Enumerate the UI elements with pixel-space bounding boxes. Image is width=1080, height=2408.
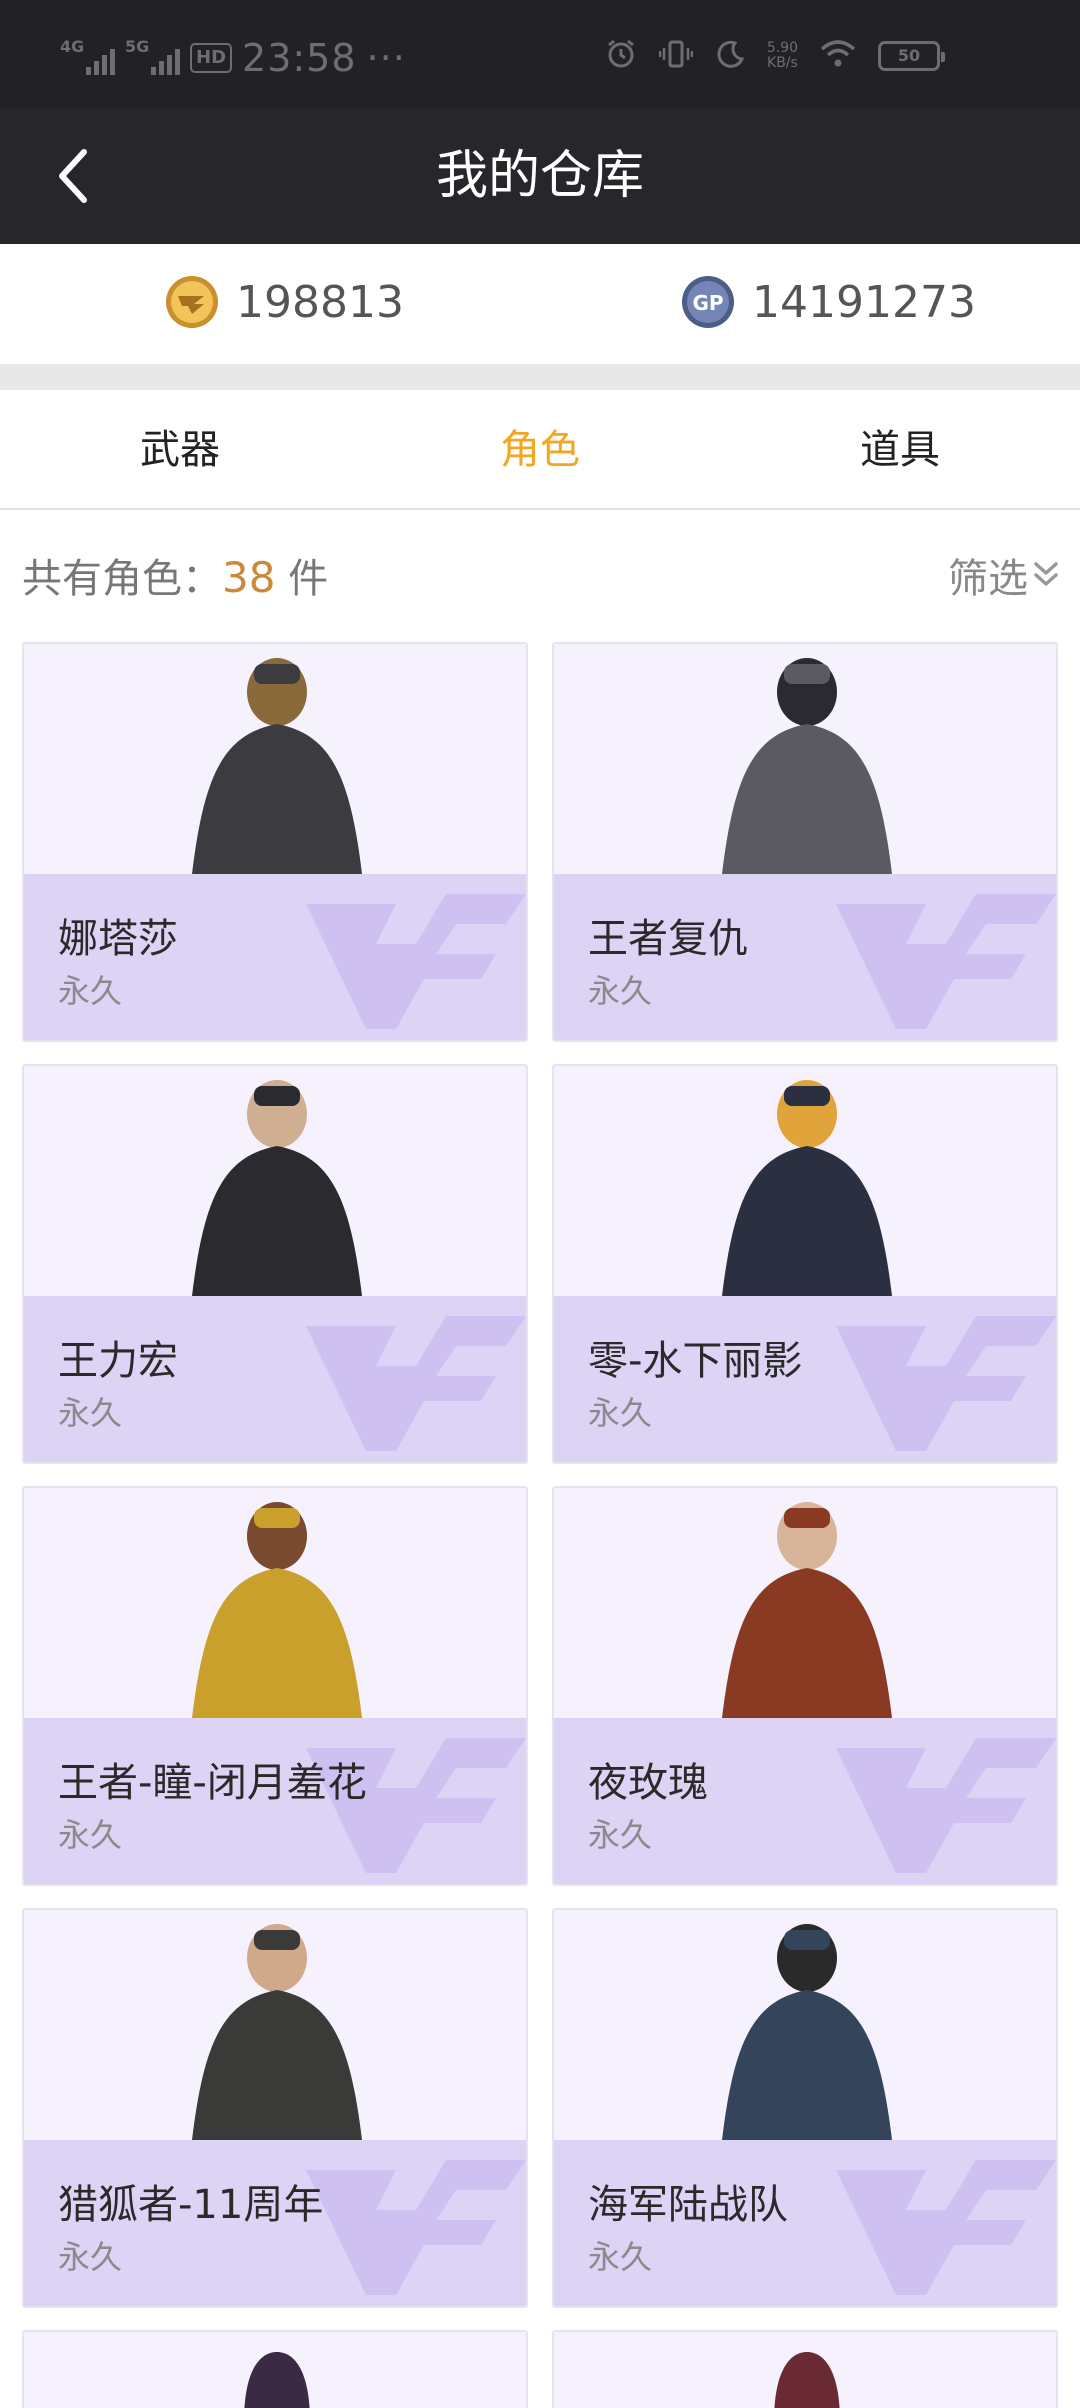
character-card[interactable] bbox=[552, 2330, 1058, 2408]
character-card[interactable]: 猎狐者-11周年永久 bbox=[22, 1908, 528, 2308]
character-name: 娜塔莎 bbox=[58, 916, 178, 962]
character-duration: 永久 bbox=[588, 2238, 653, 2276]
net-speed: 5.90 KB/s bbox=[767, 41, 798, 71]
vibrate-icon bbox=[658, 38, 694, 74]
gp-points: GP 14191273 bbox=[680, 274, 976, 330]
character-duration: 永久 bbox=[58, 2238, 123, 2276]
status-right: 5.90 KB/s 50 bbox=[605, 38, 945, 74]
character-name: 夜玫瑰 bbox=[588, 1760, 708, 1806]
character-info: 夜玫瑰 永久 bbox=[554, 1718, 1056, 1884]
cf-watermark-icon bbox=[836, 1316, 1056, 1451]
signal-label: 4G bbox=[60, 37, 85, 56]
status-left: 4G 5G HD 23:58 ··· bbox=[60, 36, 406, 80]
filter-label: 筛选 bbox=[948, 556, 1028, 602]
net-speed-value: 5.90 bbox=[766, 40, 798, 56]
character-card[interactable]: 零-水下丽影永久 bbox=[552, 1064, 1058, 1464]
wifi-icon bbox=[820, 39, 856, 73]
character-portrait bbox=[554, 1066, 1056, 1296]
character-name: 王者-瞳-闭月羞花 bbox=[58, 1760, 367, 1806]
character-card[interactable] bbox=[22, 2330, 528, 2408]
alarm-icon bbox=[605, 38, 637, 74]
character-name: 海军陆战队 bbox=[588, 2182, 788, 2228]
more-notifications-icon: ··· bbox=[366, 36, 406, 80]
character-portrait bbox=[244, 2352, 310, 2408]
character-duration: 永久 bbox=[588, 972, 653, 1010]
character-portrait bbox=[24, 644, 526, 874]
cf-watermark-icon bbox=[306, 2160, 526, 2295]
tab-weapons[interactable]: 武器 bbox=[0, 390, 360, 510]
signal-icon: 5G bbox=[125, 37, 180, 75]
hd-icon: HD bbox=[190, 43, 233, 73]
cf-points-value: 198813 bbox=[236, 276, 404, 328]
character-info: 王者复仇 永久 bbox=[554, 874, 1056, 1040]
character-portrait bbox=[24, 1066, 526, 1296]
character-duration: 永久 bbox=[58, 972, 123, 1010]
cf-coin-icon bbox=[166, 276, 218, 328]
tab-characters[interactable]: 角色 bbox=[360, 390, 720, 510]
page-title: 我的仓库 bbox=[435, 146, 644, 206]
character-info: 零-水下丽影永久 bbox=[554, 1296, 1056, 1462]
character-card[interactable]: 王力宏 永久 bbox=[22, 1064, 528, 1464]
character-info: 王力宏 永久 bbox=[24, 1296, 526, 1462]
tab-items[interactable]: 道具 bbox=[720, 390, 1080, 510]
clock: 23:58 bbox=[242, 36, 357, 80]
filter-button[interactable]: 筛选 bbox=[948, 546, 1060, 604]
character-card[interactable]: 王者复仇 永久 bbox=[552, 642, 1058, 1042]
cf-watermark-icon bbox=[836, 2160, 1056, 2295]
character-portrait bbox=[554, 1910, 1056, 2140]
character-card[interactable]: 娜塔莎 永久 bbox=[22, 642, 528, 1042]
battery-icon: 50 bbox=[878, 41, 945, 71]
character-duration: 永久 bbox=[58, 1816, 123, 1854]
summary-row: 共有角色：38 件 筛选 bbox=[0, 510, 1080, 630]
double-chevron-down-icon bbox=[1034, 562, 1058, 586]
character-card[interactable]: 王者-瞳-闭月羞花永久 bbox=[22, 1486, 528, 1886]
character-portrait bbox=[554, 1488, 1056, 1718]
category-tabs: 武器 角色 道具 bbox=[0, 390, 1080, 510]
cf-watermark-icon bbox=[836, 894, 1056, 1029]
character-name: 零-水下丽影 bbox=[588, 1338, 803, 1384]
character-duration: 永久 bbox=[58, 1394, 123, 1432]
character-info: 娜塔莎 永久 bbox=[24, 874, 526, 1040]
character-card[interactable]: 海军陆战队 永久 bbox=[552, 1908, 1058, 2308]
count-value: 38 bbox=[222, 553, 276, 602]
cf-watermark-icon bbox=[306, 1316, 526, 1451]
net-speed-unit: KB/s bbox=[767, 55, 798, 71]
character-card[interactable]: 夜玫瑰 永久 bbox=[552, 1486, 1058, 1886]
status-bar: 4G 5G HD 23:58 ··· 5.90 KB/s 50 bbox=[0, 0, 1080, 108]
gp-points-value: 14191273 bbox=[752, 276, 976, 328]
moon-icon bbox=[715, 39, 745, 73]
count-unit: 件 bbox=[275, 556, 329, 602]
character-info: 猎狐者-11周年永久 bbox=[24, 2140, 526, 2306]
character-name: 王者复仇 bbox=[588, 916, 748, 962]
app-header: 我的仓库 bbox=[0, 108, 1080, 244]
gp-coin-icon: GP bbox=[682, 276, 734, 328]
cf-points: 198813 bbox=[164, 274, 404, 330]
character-portrait bbox=[24, 1910, 526, 2140]
gp-icon-label: GP bbox=[692, 291, 723, 315]
character-duration: 永久 bbox=[588, 1816, 653, 1854]
currency-bar: 198813 GP 14191273 bbox=[0, 244, 1080, 364]
signal-icon: 4G bbox=[60, 37, 115, 75]
character-duration: 永久 bbox=[588, 1394, 653, 1432]
count-label: 共有角色： bbox=[22, 556, 222, 602]
signal-label: 5G bbox=[125, 37, 150, 56]
character-name: 王力宏 bbox=[58, 1338, 178, 1384]
character-portrait bbox=[24, 1488, 526, 1718]
character-count: 共有角色：38 件 bbox=[22, 546, 328, 604]
character-info: 海军陆战队 永久 bbox=[554, 2140, 1056, 2306]
cf-watermark-icon bbox=[306, 894, 526, 1029]
cf-watermark-icon bbox=[836, 1738, 1056, 1873]
character-portrait bbox=[554, 644, 1056, 874]
character-name: 猎狐者-11周年 bbox=[58, 2182, 324, 2228]
character-info: 王者-瞳-闭月羞花永久 bbox=[24, 1718, 526, 1884]
section-divider bbox=[0, 364, 1080, 390]
character-portrait bbox=[774, 2352, 840, 2408]
